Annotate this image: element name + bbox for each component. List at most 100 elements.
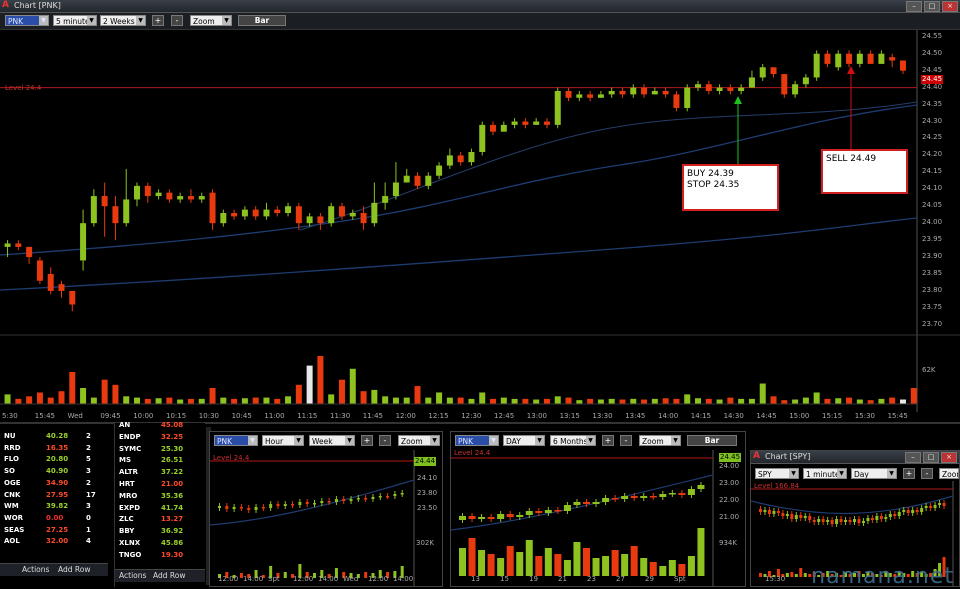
candle xyxy=(403,175,410,183)
bar-type-button[interactable]: Bar xyxy=(238,15,286,26)
volume-bar xyxy=(90,397,97,404)
symbol-input[interactable]: PNK ▼ xyxy=(5,15,49,26)
volume-bar xyxy=(583,548,590,576)
watchlist-row[interactable]: MRO 35.36 xyxy=(115,491,205,502)
x-tick-label: 15 xyxy=(500,575,509,583)
candle xyxy=(785,514,789,516)
interval-select[interactable]: 5 minutes ▼ xyxy=(53,15,97,26)
zoom-out-button[interactable]: - xyxy=(171,15,183,26)
zoom-out-button[interactable]: - xyxy=(921,468,933,479)
watchlist-row[interactable]: OGE 34.90 2 xyxy=(0,478,110,489)
volume-bar xyxy=(274,398,281,404)
watchlist-row[interactable]: ZLC 13.27 xyxy=(115,514,205,525)
watchlist-row[interactable]: SO 40.90 3 xyxy=(0,466,110,477)
candle xyxy=(47,274,54,291)
interval-select[interactable]: 1 minute ▼ xyxy=(803,468,847,479)
volume-bar xyxy=(705,398,712,404)
zoom-select[interactable]: Zoom ▼ xyxy=(190,15,232,26)
candle xyxy=(506,514,514,517)
candle xyxy=(313,503,316,505)
candle xyxy=(500,124,507,132)
watchlist-row[interactable]: WM 39.82 3 xyxy=(0,501,110,512)
x-tick-label: 15:30 xyxy=(854,412,875,420)
price-chart[interactable] xyxy=(0,30,960,412)
watchlist-price: 19.30 xyxy=(161,550,184,559)
hour-price-chart[interactable] xyxy=(210,450,442,586)
minimize-icon[interactable]: – xyxy=(905,452,921,463)
candle xyxy=(4,243,11,247)
volume-bar xyxy=(220,397,227,404)
zoom-in-button[interactable]: + xyxy=(361,435,373,446)
x-tick-label: 14:45 xyxy=(756,412,777,420)
maximize-icon[interactable]: □ xyxy=(924,1,940,12)
watchlist-row[interactable]: CNK 27.95 17 xyxy=(0,490,110,501)
x-tick-label: 5:30 xyxy=(2,412,18,420)
watchlist-sym: BBY xyxy=(119,527,135,536)
zoom-out-button[interactable]: - xyxy=(620,435,632,446)
minimize-icon[interactable]: – xyxy=(906,1,922,12)
candle xyxy=(26,246,33,258)
zoom-select[interactable]: Zoom xyxy=(939,468,959,479)
watchlist-row[interactable]: AOL 32.00 4 xyxy=(0,536,110,547)
chevron-down-icon: ▼ xyxy=(887,469,896,478)
volume-bar xyxy=(803,573,807,577)
zoom-select[interactable]: Zoom ▼ xyxy=(639,435,681,446)
chevron-down-icon: ▼ xyxy=(671,436,680,445)
bar-type-button[interactable]: Bar xyxy=(687,435,737,446)
watchlist-row[interactable]: FLO 20.80 5 xyxy=(0,454,110,465)
x-tick-label: 15:15 xyxy=(822,412,843,420)
zoom-in-button[interactable]: + xyxy=(602,435,614,446)
watchlist-row[interactable]: WOR 0.00 0 xyxy=(0,513,110,524)
zoom-out-button[interactable]: - xyxy=(379,435,391,446)
watchlist-row[interactable]: AN 45.08 xyxy=(115,420,205,431)
symbol-input[interactable]: PNK ▼ xyxy=(455,435,499,446)
watchlist-row[interactable]: ENDP 32.25 xyxy=(115,432,205,443)
actions-button[interactable]: Actions xyxy=(22,565,49,574)
interval-select[interactable]: DAY ▼ xyxy=(503,435,545,446)
symbol-input[interactable]: PNK ▼ xyxy=(214,435,258,446)
watchlist-row[interactable]: HRT 21.00 xyxy=(115,479,205,490)
candle xyxy=(393,494,397,496)
watchlist-row[interactable]: TNGO 19.30 xyxy=(115,550,205,561)
candle xyxy=(468,516,476,519)
day-price-chart[interactable] xyxy=(451,450,745,586)
x-tick-label: 13:30 xyxy=(592,412,613,420)
watchlist-row[interactable]: SEAS 27.25 1 xyxy=(0,525,110,536)
watchlist-sym: AOL xyxy=(4,537,20,546)
zoom-in-button[interactable]: + xyxy=(152,15,164,26)
range-select[interactable]: 6 Months ▼ xyxy=(550,435,596,446)
add-row-button[interactable]: Add Row xyxy=(58,565,91,574)
candle xyxy=(285,206,292,213)
zoom-select[interactable]: Zoom ▼ xyxy=(398,435,440,446)
candle xyxy=(821,519,825,522)
symbol-input[interactable]: SPY ▼ xyxy=(755,468,799,479)
watchlist-row[interactable]: MS 26.51 xyxy=(115,455,205,466)
watchlist-chg: 17 xyxy=(86,490,96,499)
candle xyxy=(436,165,443,176)
watchlist-row[interactable]: ALTR 37.22 xyxy=(115,467,205,478)
watchlist-row[interactable]: EXPD 41.74 xyxy=(115,503,205,514)
add-row-button[interactable]: Add Row xyxy=(153,571,186,580)
actions-button[interactable]: Actions xyxy=(119,571,146,580)
candle xyxy=(767,510,771,514)
watchlist-row[interactable]: NU 40.28 2 xyxy=(0,431,110,442)
zoom-in-button[interactable]: + xyxy=(903,468,915,479)
interval-select[interactable]: Hour ▼ xyxy=(262,435,304,446)
watchlist-row[interactable]: SYMC 25.30 xyxy=(115,444,205,455)
range-select[interactable]: Week ▼ xyxy=(309,435,355,446)
range-select[interactable]: 2 Weeks ▼ xyxy=(100,15,146,26)
close-icon[interactable]: × xyxy=(942,1,958,12)
chevron-down-icon: ▼ xyxy=(345,436,354,445)
watchlist-row[interactable]: BBY 36.92 xyxy=(115,526,205,537)
range-select[interactable]: Day ▼ xyxy=(851,468,897,479)
candle xyxy=(155,192,162,197)
x-tick-label: 14:00 xyxy=(243,575,264,583)
y-tick-label: 23.90 xyxy=(922,252,943,261)
candle xyxy=(776,511,780,513)
watchlist-row[interactable]: RRD 16.35 2 xyxy=(0,443,110,454)
day-level-label: Level 24.4 xyxy=(454,449,491,457)
maximize-icon[interactable]: □ xyxy=(923,452,939,463)
close-icon[interactable]: × xyxy=(941,452,957,463)
watchlist-price: 32.25 xyxy=(161,432,184,441)
watchlist-row[interactable]: XLNX 45.86 xyxy=(115,538,205,549)
